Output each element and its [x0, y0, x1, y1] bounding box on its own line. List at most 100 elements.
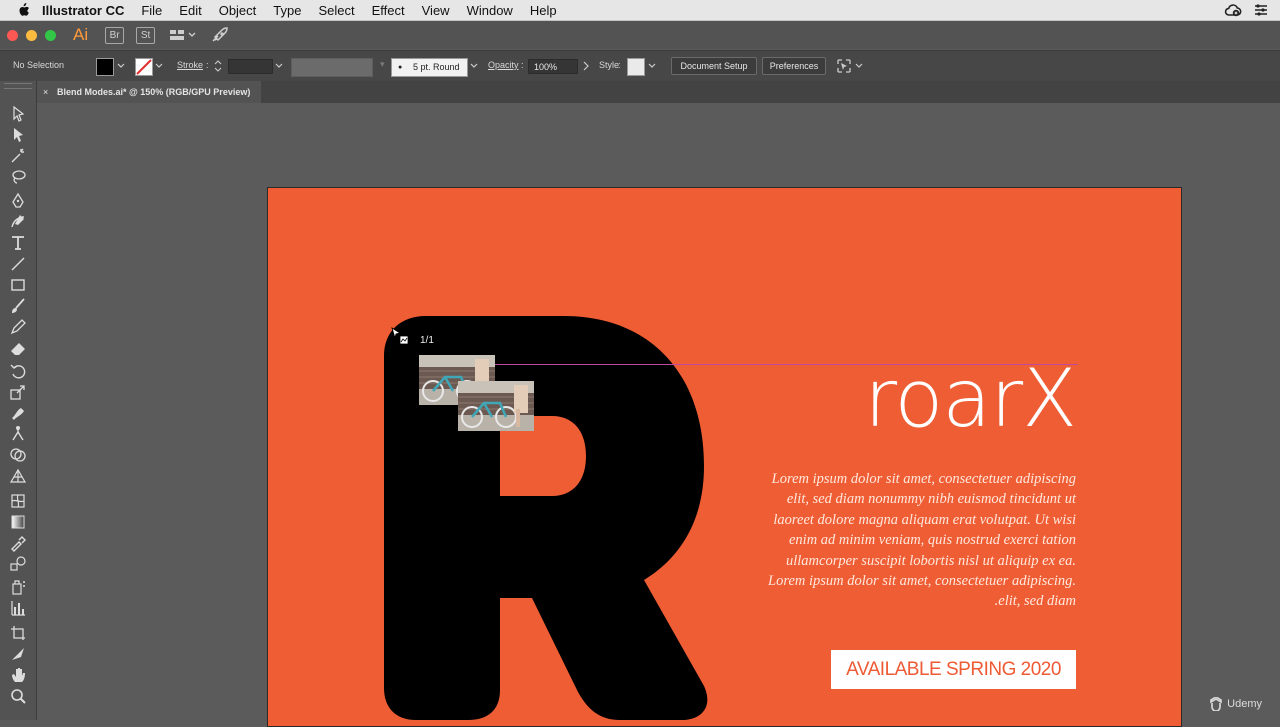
udemy-watermark-text: Udemy: [1227, 698, 1262, 710]
mesh-tool[interactable]: [9, 492, 27, 510]
menu-help[interactable]: Help: [530, 3, 557, 18]
opacity-expand-icon[interactable]: [582, 61, 590, 71]
selection-status: No Selection: [13, 60, 65, 70]
line-tool[interactable]: [9, 255, 27, 273]
opacity-label[interactable]: Opacity: [488, 60, 519, 70]
eraser-tool[interactable]: [9, 339, 27, 357]
menu-view[interactable]: View: [422, 3, 450, 18]
cta-banner[interactable]: AVAILABLE SPRING 2020: [831, 650, 1076, 689]
lasso-tool[interactable]: [9, 168, 27, 186]
brush-definition-field[interactable]: ● 5 pt. Round: [391, 58, 468, 77]
menu-object[interactable]: Object: [219, 3, 257, 18]
menu-effect[interactable]: Effect: [372, 3, 405, 18]
lasso-icon: [12, 170, 26, 184]
fill-dropdown-icon[interactable]: [117, 62, 125, 70]
pencil-icon: [10, 319, 26, 335]
blend-tool[interactable]: [9, 555, 27, 573]
opacity-colon: :: [521, 60, 524, 70]
curvature-icon: [11, 215, 25, 228]
creative-cloud-icon[interactable]: [1224, 2, 1242, 18]
artboard-tool[interactable]: [9, 624, 27, 642]
profile-separator: ▾: [380, 59, 385, 69]
fill-swatch[interactable]: [96, 58, 114, 76]
selection-tool[interactable]: [9, 105, 27, 123]
close-window-button[interactable]: [7, 29, 18, 41]
arrange-documents-icon[interactable]: [169, 28, 197, 42]
warp-tool[interactable]: [9, 404, 27, 422]
rectangle-icon: [11, 279, 25, 291]
slice-tool[interactable]: [9, 645, 27, 663]
artboard[interactable]: roarX Lorem ipsum dolor sit amet, consec…: [267, 187, 1182, 727]
direct-selection-icon: [14, 128, 23, 142]
brush-dot-icon: ●: [398, 64, 403, 71]
apple-icon[interactable]: [16, 3, 30, 17]
bridge-button[interactable]: Br: [105, 26, 125, 44]
app-name-menu[interactable]: Illustrator CC: [42, 3, 124, 18]
gradient-tool[interactable]: [9, 513, 27, 531]
paintbrush-tool[interactable]: [9, 297, 27, 315]
line-icon: [11, 257, 25, 271]
pen-tool[interactable]: [9, 192, 27, 210]
menu-type[interactable]: Type: [273, 3, 301, 18]
no-stroke-icon: [136, 59, 152, 75]
stroke-dropdown-icon[interactable]: [155, 62, 163, 70]
gpu-performance-icon[interactable]: [211, 27, 229, 43]
minimize-window-button[interactable]: [26, 29, 37, 41]
shape-builder-icon: [10, 448, 26, 462]
body-copy[interactable]: Lorem ipsum dolor sit amet, consectetuer…: [758, 469, 1076, 612]
eyedropper-icon: [11, 536, 26, 552]
pencil-tool[interactable]: [9, 318, 27, 336]
curvature-tool[interactable]: [9, 213, 27, 231]
tools-panel: [0, 81, 37, 720]
preferences-button[interactable]: Preferences: [762, 57, 826, 75]
stroke-weight-field[interactable]: [228, 59, 273, 74]
control-strip-icon[interactable]: [1252, 2, 1270, 18]
eyedropper-tool[interactable]: [9, 534, 27, 552]
tools-panel-grip[interactable]: [4, 83, 32, 89]
brand-wordmark[interactable]: roarX: [848, 351, 1077, 447]
graphic-style-swatch[interactable]: [627, 58, 645, 76]
stroke-weight-stepper-icon[interactable]: [214, 59, 222, 73]
puppet-warp-tool[interactable]: [9, 425, 27, 443]
menu-edit[interactable]: Edit: [179, 3, 201, 18]
align-options-icon[interactable]: [836, 58, 864, 74]
rectangle-tool[interactable]: [9, 276, 27, 294]
udemy-logo-icon: [1210, 697, 1222, 711]
zoom-window-button[interactable]: [45, 29, 56, 41]
graph-tool[interactable]: [9, 599, 27, 617]
stroke-weight-dropdown-icon[interactable]: [275, 62, 283, 70]
type-tool[interactable]: [9, 234, 27, 252]
placed-bicycle-photo-preview[interactable]: [458, 381, 534, 431]
stroke-label[interactable]: Stroke: [177, 60, 203, 70]
document-tab[interactable]: × Blend Modes.ai* @ 150% (RGB/GPU Previe…: [37, 81, 261, 103]
style-label: Style: [599, 60, 620, 70]
shape-builder-tool[interactable]: [9, 446, 27, 464]
stroke-swatch[interactable]: [135, 58, 153, 76]
variable-width-profile[interactable]: [291, 58, 373, 77]
menu-file[interactable]: File: [141, 3, 162, 18]
magic-wand-icon: [11, 148, 24, 163]
rotate-tool[interactable]: [9, 362, 27, 380]
close-tab-button[interactable]: ×: [43, 81, 48, 103]
style-colon: :: [618, 60, 621, 70]
symbol-sprayer-tool[interactable]: [9, 578, 27, 596]
brush-dropdown-icon[interactable]: [470, 62, 478, 70]
perspective-grid-tool[interactable]: [9, 467, 27, 485]
opacity-field[interactable]: 100%: [528, 59, 578, 74]
magic-wand-tool[interactable]: [9, 147, 27, 165]
zoom-tool[interactable]: [9, 687, 27, 705]
hand-tool[interactable]: [9, 666, 27, 684]
direct-selection-tool[interactable]: [9, 126, 27, 144]
menu-window[interactable]: Window: [467, 3, 513, 18]
perspective-grid-icon: [9, 468, 27, 483]
document-setup-button[interactable]: Document Setup: [671, 57, 757, 75]
menu-select[interactable]: Select: [318, 3, 354, 18]
stock-button[interactable]: St: [136, 26, 156, 44]
style-dropdown-icon[interactable]: [648, 62, 656, 70]
document-tab-title: Blend Modes.ai* @ 150% (RGB/GPU Preview): [57, 87, 251, 97]
selection-icon: [13, 105, 25, 122]
brush-definition-value: 5 pt. Round: [413, 62, 460, 72]
scale-tool[interactable]: [9, 383, 27, 401]
blend-icon: [10, 556, 26, 571]
type-icon: [12, 236, 24, 250]
